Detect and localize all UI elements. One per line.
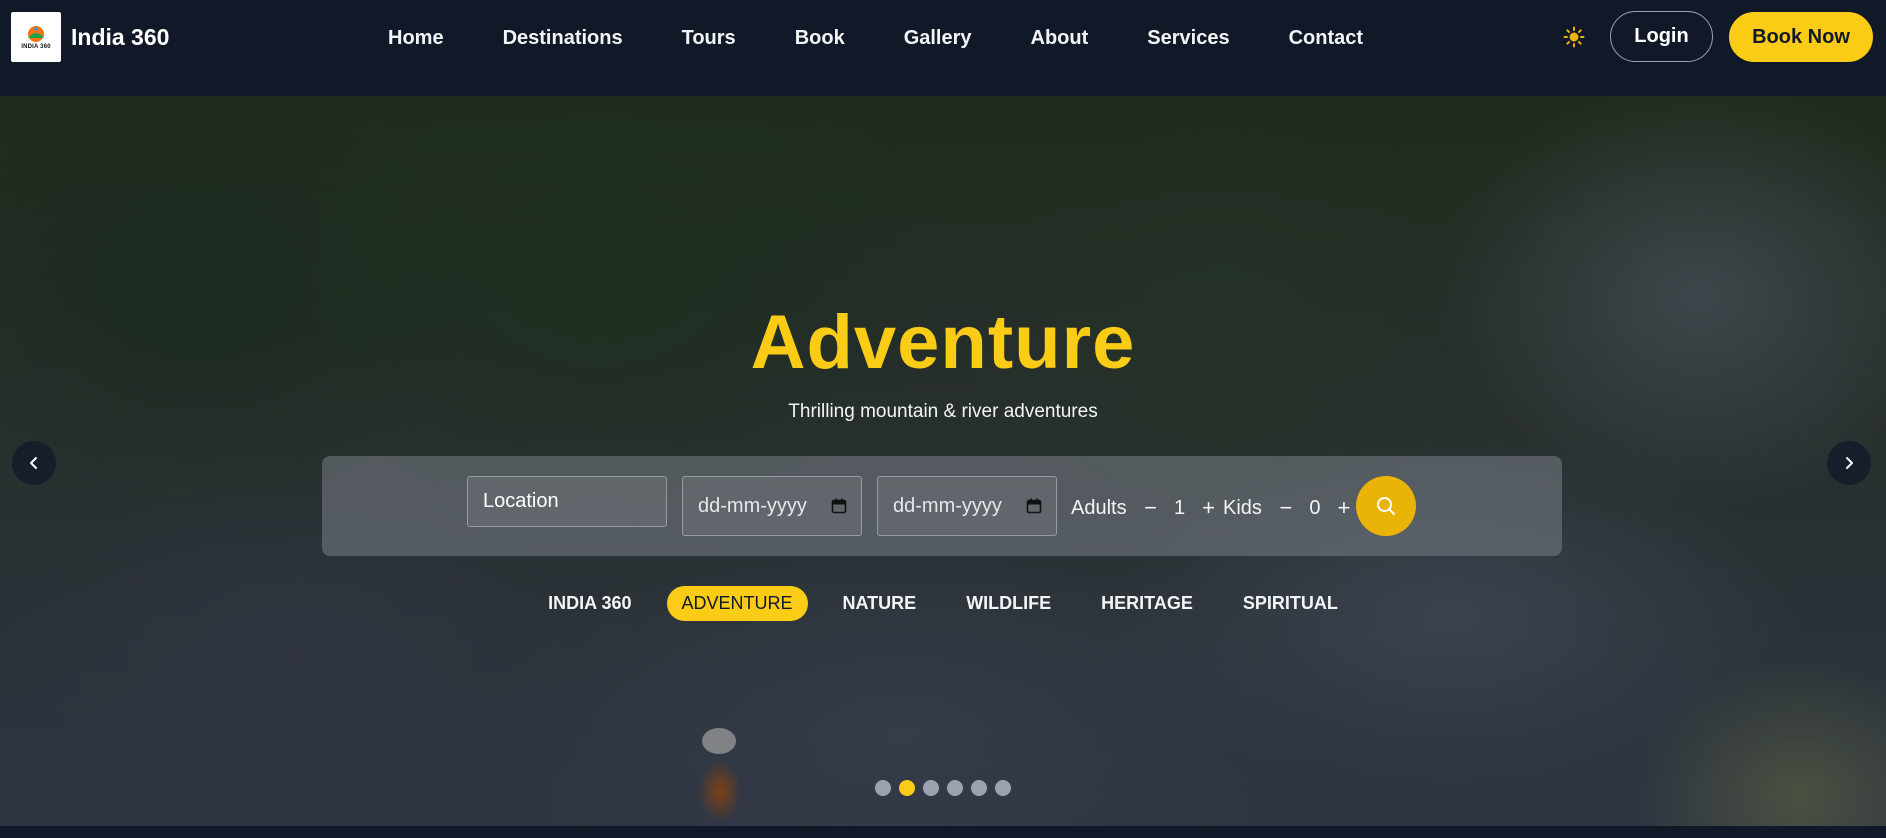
theme-toggle-button[interactable]	[1562, 25, 1586, 49]
adults-counter: Adults − 1 +	[1071, 495, 1217, 521]
location-placeholder: Location	[483, 490, 559, 512]
brand-name[interactable]: India 360	[71, 24, 169, 51]
navbar: INDIA 360 India 360 Home Destinations To…	[0, 0, 1886, 96]
carousel-dots	[0, 780, 1886, 796]
tab-nature[interactable]: NATURE	[828, 586, 932, 621]
logo[interactable]: INDIA 360	[11, 12, 61, 62]
nav-link-contact[interactable]: Contact	[1289, 26, 1363, 50]
carousel-prev-button[interactable]	[12, 441, 56, 485]
sun-icon	[1563, 26, 1585, 48]
chevron-right-icon	[1846, 457, 1853, 469]
adults-decrement-button[interactable]: −	[1143, 495, 1159, 521]
location-input[interactable]: Location	[467, 476, 667, 527]
nav-link-book[interactable]: Book	[795, 26, 845, 50]
chevron-left-icon	[30, 457, 37, 469]
adults-value: 1	[1174, 496, 1186, 519]
search-icon	[1377, 497, 1395, 515]
adults-label: Adults	[1071, 496, 1127, 519]
adults-increment-button[interactable]: +	[1201, 495, 1217, 521]
main-nav: Home Destinations Tours Book Gallery Abo…	[388, 26, 1363, 50]
book-now-button[interactable]: Book Now	[1729, 12, 1873, 62]
carousel-dot[interactable]	[971, 780, 987, 796]
carousel-dot[interactable]	[995, 780, 1011, 796]
kids-value: 0	[1309, 496, 1321, 519]
checkin-date-input[interactable]: dd-mm-yyyy	[682, 476, 862, 536]
kids-increment-button[interactable]: +	[1336, 495, 1352, 521]
logo-text: INDIA 360	[21, 43, 51, 50]
tab-india-360[interactable]: INDIA 360	[533, 586, 646, 621]
carousel-dot-active[interactable]	[899, 780, 915, 796]
logo-emblem-icon	[28, 25, 44, 42]
nav-link-about[interactable]: About	[1031, 26, 1089, 50]
kids-counter: Kids − 0 +	[1223, 495, 1352, 521]
next-section-edge	[0, 826, 1886, 838]
calendar-icon	[1026, 498, 1042, 514]
login-button[interactable]: Login	[1610, 11, 1713, 62]
nav-link-home[interactable]: Home	[388, 26, 444, 50]
kids-label: Kids	[1223, 496, 1262, 519]
search-button[interactable]	[1356, 476, 1416, 536]
tab-wildlife[interactable]: WILDLIFE	[951, 586, 1066, 621]
calendar-icon	[831, 498, 847, 514]
booking-search-bar: Location dd-mm-yyyy dd-mm-yyyy Adults − …	[322, 456, 1562, 556]
checkout-placeholder: dd-mm-yyyy	[893, 494, 1002, 517]
nav-link-tours[interactable]: Tours	[682, 26, 736, 50]
checkin-placeholder: dd-mm-yyyy	[698, 494, 807, 517]
hero-subtitle: Thrilling mountain & river adventures	[788, 401, 1098, 422]
hero-title: Adventure	[750, 300, 1136, 385]
category-tabs: INDIA 360 ADVENTURE NATURE WILDLIFE HERI…	[0, 586, 1886, 621]
tab-heritage[interactable]: HERITAGE	[1086, 586, 1208, 621]
nav-link-gallery[interactable]: Gallery	[904, 26, 972, 50]
tab-adventure[interactable]: ADVENTURE	[666, 586, 808, 621]
nav-link-destinations[interactable]: Destinations	[503, 26, 623, 50]
carousel-dot[interactable]	[923, 780, 939, 796]
checkout-date-input[interactable]: dd-mm-yyyy	[877, 476, 1057, 536]
tab-spiritual[interactable]: SPIRITUAL	[1228, 586, 1353, 621]
kids-decrement-button[interactable]: −	[1278, 495, 1294, 521]
carousel-dot[interactable]	[947, 780, 963, 796]
carousel-next-button[interactable]	[1827, 441, 1871, 485]
nav-link-services[interactable]: Services	[1147, 26, 1229, 50]
carousel-dot[interactable]	[875, 780, 891, 796]
